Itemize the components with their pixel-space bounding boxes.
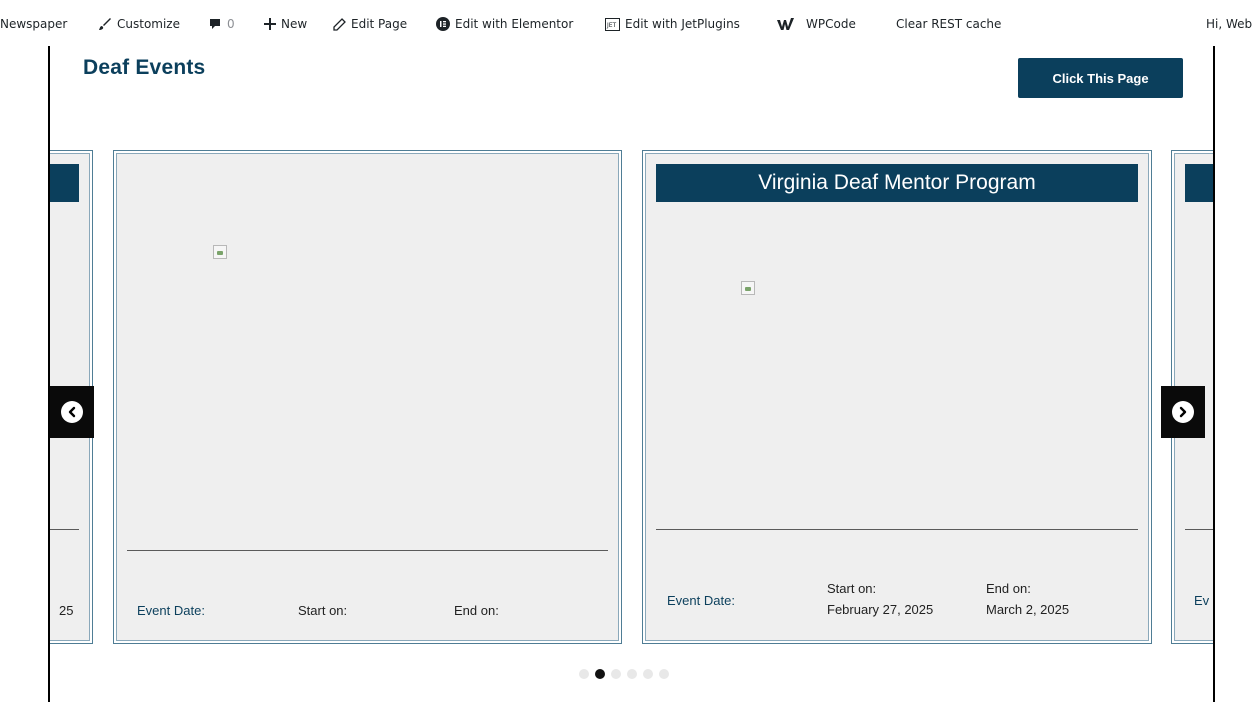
end-label: End on: <box>454 603 499 618</box>
svg-text:JET: JET <box>606 22 617 29</box>
event-card-title <box>1185 164 1213 202</box>
customize-label: Customize <box>117 17 180 31</box>
admin-bar-edit-page[interactable]: Edit Page <box>333 17 407 31</box>
admin-bar-site-name[interactable]: Newspaper <box>0 17 67 31</box>
admin-bar-edit-jetplugins[interactable]: JET Edit with JetPlugins <box>605 17 740 31</box>
admin-bar-comments[interactable]: 0 <box>208 17 235 31</box>
event-date-partial: 25 <box>59 603 74 618</box>
end-label: End on: <box>986 581 1031 596</box>
new-label: New <box>281 17 308 31</box>
start-value: February 27, 2025 <box>827 602 934 617</box>
start-label: Start on: <box>298 603 348 618</box>
carousel-dot-active[interactable] <box>595 669 605 679</box>
carousel-next-button[interactable] <box>1161 386 1205 438</box>
event-card-title <box>50 164 79 202</box>
carousel-dot[interactable] <box>579 669 589 679</box>
card-divider <box>656 529 1138 530</box>
event-date-partial: Ev <box>1194 593 1210 608</box>
greeting-label: Hi, Web <box>1206 17 1253 31</box>
admin-bar-customize[interactable]: Customize <box>98 17 180 31</box>
event-date-label: Event Date: <box>667 593 735 608</box>
wpcode-icon <box>777 17 795 31</box>
carousel-dot[interactable] <box>611 669 621 679</box>
admin-bar-new[interactable]: New <box>264 17 307 31</box>
brush-icon <box>98 17 112 31</box>
chevron-left-icon <box>61 401 83 423</box>
click-this-page-button[interactable]: Click This Page <box>1018 58 1183 98</box>
wpcode-label: WPCode <box>806 17 856 31</box>
start-label: Start on: <box>827 581 877 596</box>
end-value: March 2, 2025 <box>986 602 1070 617</box>
elementor-icon <box>436 17 450 31</box>
carousel-pagination <box>579 669 669 679</box>
event-image <box>741 281 755 295</box>
edit-page-label: Edit Page <box>351 17 408 31</box>
admin-bar-edit-elementor[interactable]: Edit with Elementor <box>436 17 573 31</box>
admin-bar-clear-cache[interactable]: Clear REST cache <box>896 17 1001 31</box>
pencil-icon <box>333 17 346 31</box>
jetplugins-icon: JET <box>605 17 620 31</box>
comment-icon <box>208 17 222 31</box>
events-carousel: 25 Event Date: Start on: End on: Virgini… <box>50 148 1213 648</box>
section-title: Deaf Events <box>83 56 206 79</box>
admin-bar-account[interactable]: Hi, Web <box>1206 17 1252 31</box>
clear-cache-label: Clear REST cache <box>896 17 1002 31</box>
event-date-label: Event Date: <box>137 603 205 618</box>
carousel-dot[interactable] <box>643 669 653 679</box>
site-name-label: Newspaper <box>0 17 68 31</box>
chevron-right-icon <box>1172 401 1194 423</box>
admin-bar-wpcode[interactable]: WPCode <box>777 17 856 31</box>
card-divider <box>127 550 608 551</box>
comments-count: 0 <box>227 17 235 31</box>
carousel-prev-button[interactable] <box>50 386 94 438</box>
carousel-dot[interactable] <box>627 669 637 679</box>
admin-bar: Newspaper Customize 0 New Edit Page Edit… <box>0 0 1258 46</box>
event-image <box>213 245 227 259</box>
event-card-virginia-deaf-mentor[interactable]: Virginia Deaf Mentor Program Event Date:… <box>642 150 1152 644</box>
page-frame-right <box>1213 46 1215 702</box>
card-divider <box>1185 529 1213 530</box>
edit-jetplugins-label: Edit with JetPlugins <box>625 17 740 31</box>
event-card[interactable]: Event Date: Start on: End on: <box>113 150 622 644</box>
event-card-title: Virginia Deaf Mentor Program <box>656 164 1138 202</box>
card-divider <box>50 529 79 530</box>
edit-elementor-label: Edit with Elementor <box>455 17 574 31</box>
plus-icon <box>264 18 276 30</box>
carousel-dot[interactable] <box>659 669 669 679</box>
